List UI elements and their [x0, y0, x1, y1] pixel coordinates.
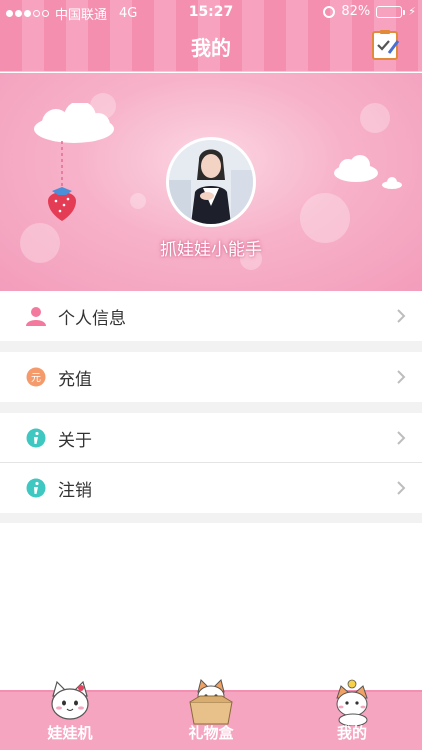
bottom-tab-bar: 娃娃机 礼物盒 我的 [0, 679, 422, 750]
tab-label: 娃娃机 [47, 724, 93, 742]
menu-item-logout[interactable]: 注销 [0, 463, 422, 513]
menu-item-label: 充值 [58, 370, 92, 390]
tab-mine[interactable]: 我的 [282, 679, 422, 750]
chevron-right-icon [397, 370, 406, 384]
info-icon [26, 428, 46, 448]
username: 抓娃娃小能手 [160, 240, 262, 260]
person-icon [26, 307, 46, 326]
menu-item-label: 关于 [58, 431, 92, 451]
menu-item-recharge[interactable]: 元 充值 [0, 352, 422, 402]
info-icon [26, 478, 46, 498]
page-title: 我的 [191, 36, 231, 60]
section-gap [0, 341, 422, 352]
menu-item-label: 个人信息 [58, 309, 126, 329]
tab-label: 礼物盒 [188, 724, 234, 742]
checklist-edit-icon[interactable] [372, 29, 400, 61]
menu-item-label: 注销 [58, 481, 92, 501]
cat-with-bird-icon [336, 679, 368, 726]
menu-item-personal-info[interactable]: 个人信息 [0, 291, 422, 341]
chevron-right-icon [397, 309, 406, 323]
recharge-coin-icon: 元 [26, 367, 46, 387]
chevron-right-icon [397, 481, 406, 495]
top-bar: 中国联通 4G 15:27 82% ⚡ 我的 [0, 0, 422, 72]
cloud-strawberry-decoration [34, 103, 114, 221]
section-gap [0, 513, 422, 523]
section-gap [0, 402, 422, 413]
tab-label: 我的 [336, 724, 367, 742]
cat-in-box-icon [189, 679, 233, 725]
profile-banner: 抓娃娃小能手 [0, 73, 422, 291]
status-bar: 中国联通 4G 15:27 82% ⚡ [0, 0, 422, 24]
battery-percent: 82% [341, 4, 371, 19]
chevron-right-icon [397, 431, 406, 445]
battery-icon [376, 5, 406, 18]
tab-claw-machine[interactable]: 娃娃机 [0, 680, 140, 750]
status-right: 82% ⚡ [323, 4, 416, 19]
cloud-decoration [334, 155, 402, 189]
menu-item-about[interactable]: 关于 [0, 413, 422, 463]
alarm-icon [323, 5, 336, 18]
svg-text:元: 元 [31, 373, 41, 384]
white-cat-icon [51, 680, 89, 720]
user-avatar[interactable] [166, 137, 256, 227]
charging-icon: ⚡ [408, 5, 416, 18]
tab-gift-box[interactable]: 礼物盒 [141, 679, 281, 750]
